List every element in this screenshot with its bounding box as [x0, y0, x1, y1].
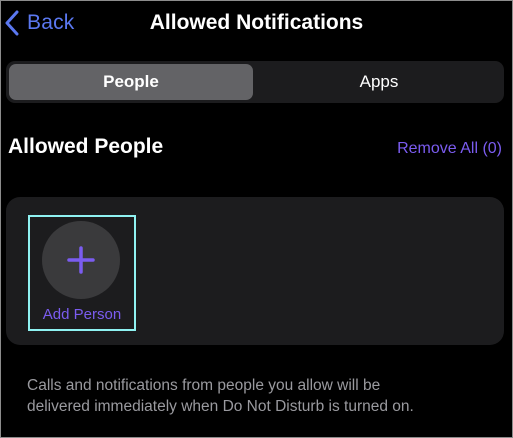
add-person-label: Add Person [42, 306, 122, 323]
add-person-button[interactable]: Add Person [28, 215, 136, 331]
allowed-people-card: Add Person [6, 197, 504, 345]
remove-all-button[interactable]: Remove All (0) [397, 140, 502, 158]
screen: Back Allowed Notifications People Apps A… [0, 0, 513, 438]
footnote: Calls and notifications from people you … [27, 375, 497, 417]
page-title: Allowed Notifications [149, 11, 364, 34]
add-person-avatar [42, 221, 120, 299]
section-title: Allowed People [8, 135, 164, 158]
segment-people[interactable]: People [9, 64, 253, 100]
footnote-line-1: Calls and notifications from people you … [27, 377, 381, 394]
plus-icon [66, 245, 96, 275]
segment-apps[interactable]: Apps [257, 64, 501, 100]
segmented-control: People Apps [6, 61, 504, 103]
footnote-line-2: delivered immediately when Do Not Distur… [27, 398, 414, 415]
